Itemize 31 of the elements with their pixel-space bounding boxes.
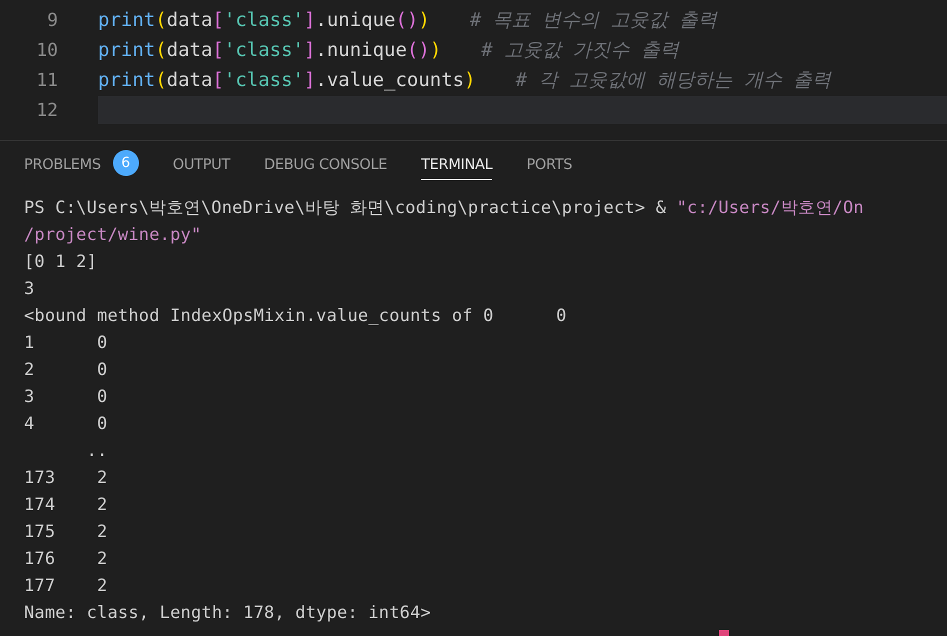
line-number: 10 xyxy=(35,40,59,60)
line-number: 12 xyxy=(35,100,59,120)
terminal-line: .. xyxy=(86,440,108,463)
code-line: print(data['class'].value_counts) # 각 고윳값에 해당하는 개수 출력 xyxy=(98,68,832,93)
terminal-line: /project/wine.py" xyxy=(24,224,202,247)
terminal-line: 175 2 xyxy=(24,521,108,544)
terminal-line: 4 0 xyxy=(24,413,108,436)
terminal-line: 177 2 xyxy=(24,575,108,598)
terminal-line: 2 0 xyxy=(24,359,108,382)
panel-tab[interactable]: PROBLEMS xyxy=(24,152,101,180)
panel-tab[interactable]: TERMINAL xyxy=(421,152,492,180)
terminal-line: 3 xyxy=(24,278,36,301)
terminal-line: PS C:\Users\박호연\OneDrive\바탕 화면\coding\practice\project> & "c:/Users/박호연/On xyxy=(24,197,865,220)
code-editor[interactable]: 9 print(data['class'].unique()) # 목표 변수의 고윳값 출력 10 print(data['class'].nunique()) # 고윳값 가짓수 출력 11 print(data['class'].value_counts) # 각 고윳값에 해당하는 개수 출력 12 xyxy=(0,0,947,130)
code-line: print(data['class'].unique()) # 목표 변수의 고윳값 출력 xyxy=(98,8,718,33)
code-line: print(data['class'].nunique()) # 고윳값 가짓수 출력 xyxy=(98,38,680,63)
line-number: 9 xyxy=(46,10,59,30)
panel-tab[interactable]: DEBUG CONSOLE xyxy=(264,152,388,180)
terminal-line: 173 2 xyxy=(24,467,108,490)
terminal-line: 174 2 xyxy=(24,494,108,517)
terminal-line: 1 0 xyxy=(24,332,108,355)
panel-tab[interactable]: PORTS xyxy=(526,152,572,180)
terminal-line: <bound method IndexOpsMixin.value_counts of 0 0 xyxy=(24,305,568,328)
terminal-line: Name: class, Length: 178, dtype: int64> xyxy=(24,602,432,625)
terminal-line: [0 1 2] xyxy=(24,251,98,274)
cursor-marker xyxy=(719,630,729,636)
line-number: 11 xyxy=(35,70,59,90)
count-badge: 6 xyxy=(112,150,139,176)
panel-tab[interactable]: OUTPUT xyxy=(172,152,230,180)
terminal-line: 3 0 xyxy=(24,386,108,409)
terminal-line: 176 2 xyxy=(24,548,108,571)
